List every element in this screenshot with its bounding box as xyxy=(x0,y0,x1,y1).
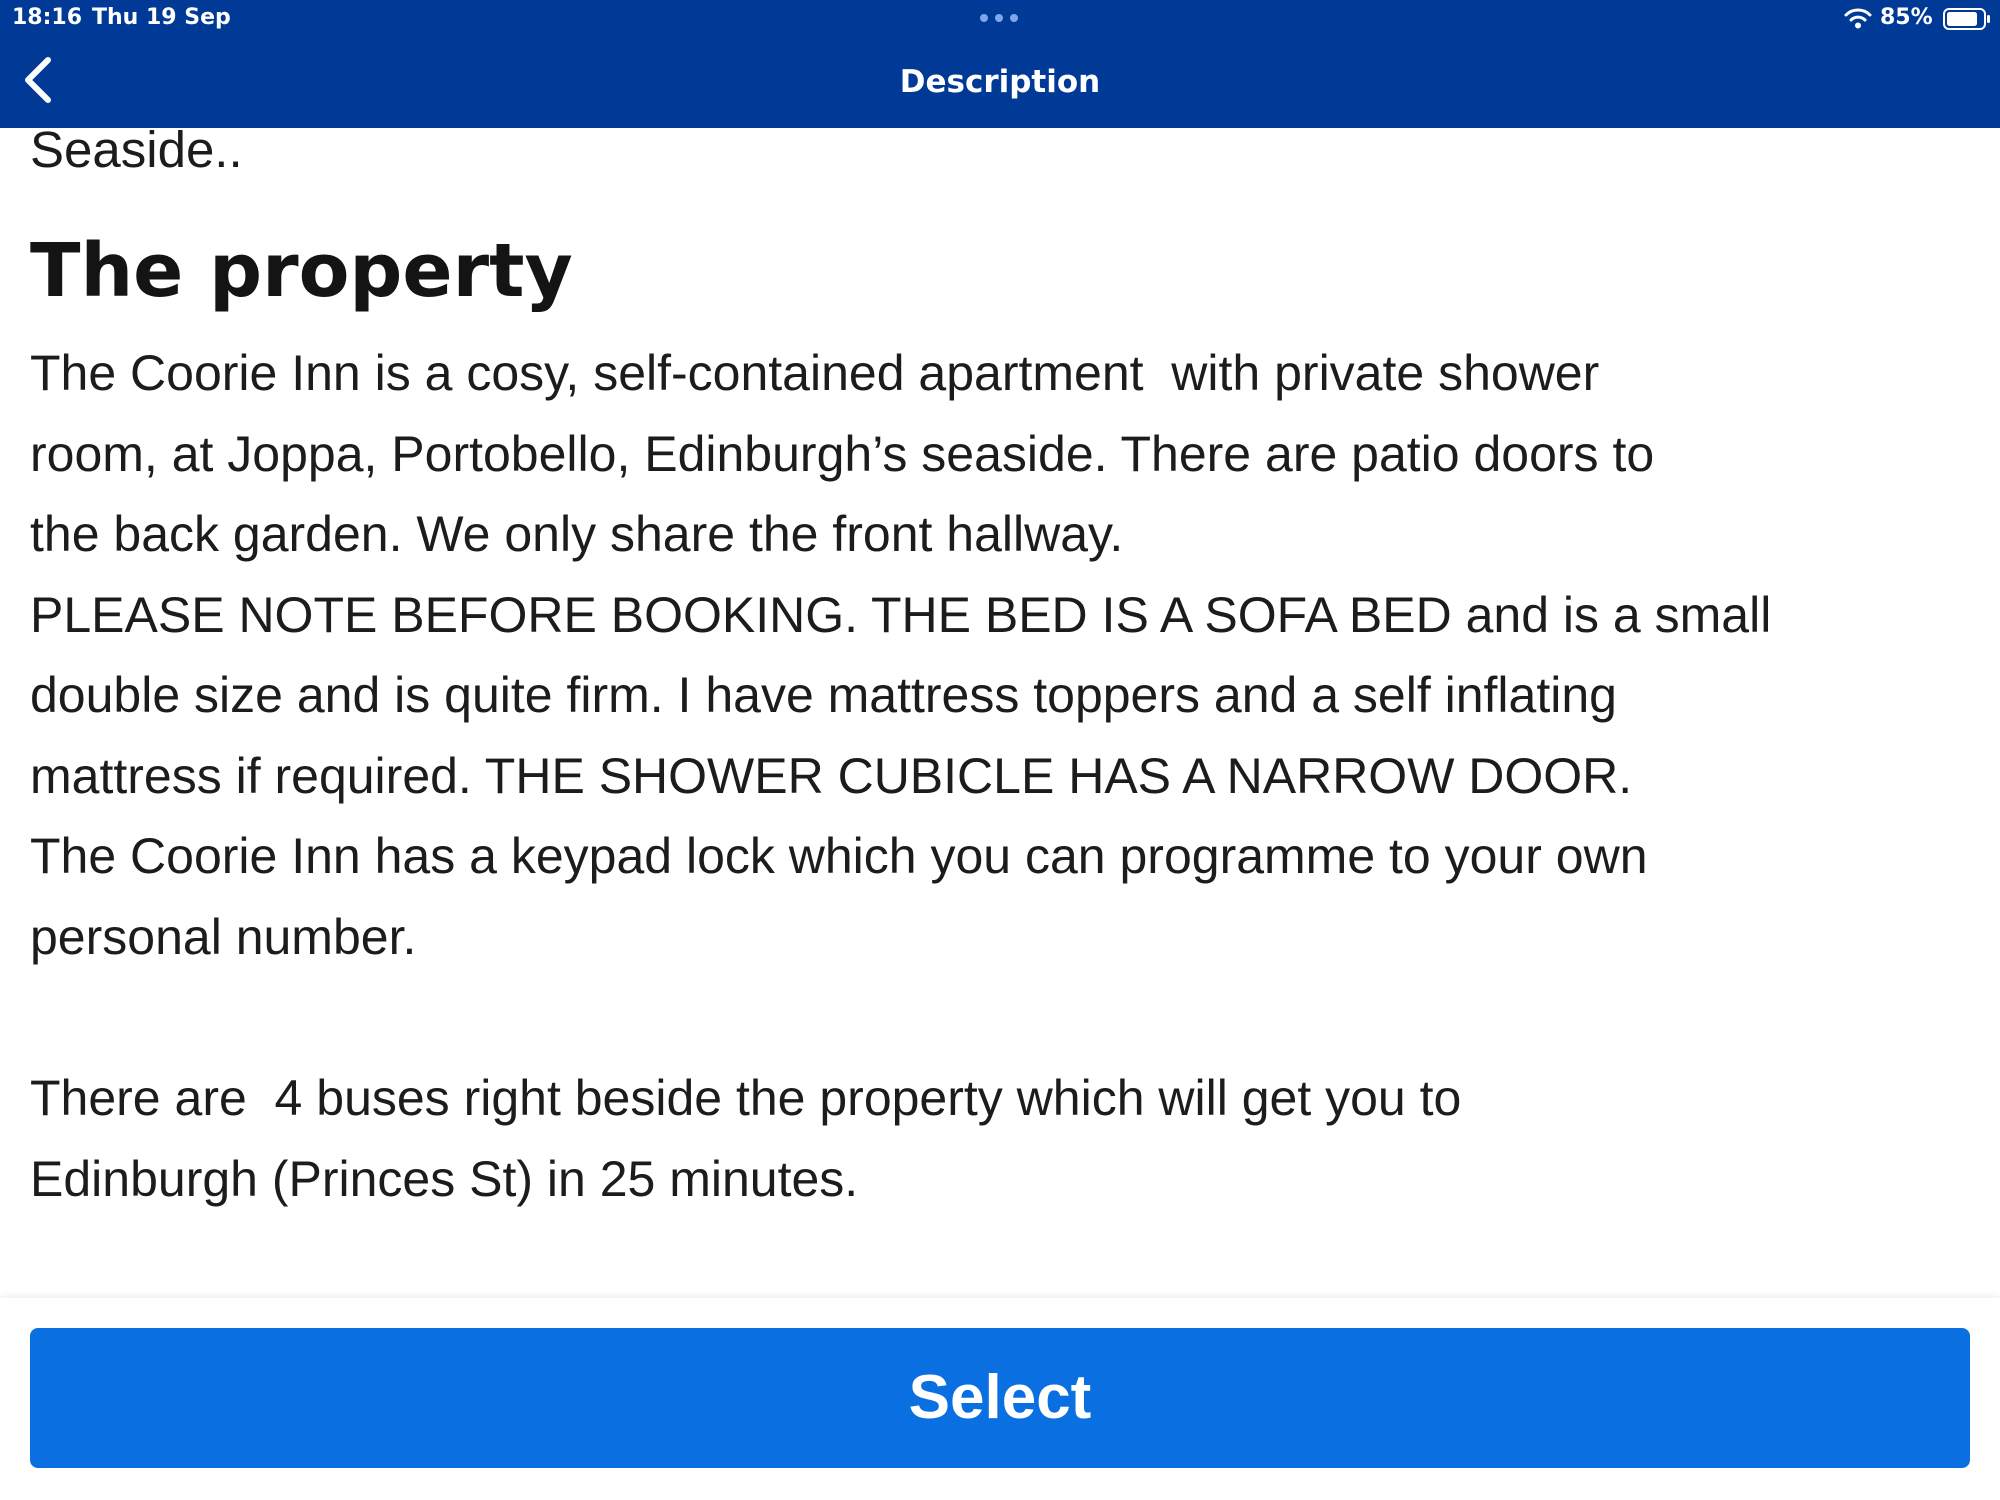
bottom-action-bar: Select xyxy=(0,1298,2000,1500)
section-heading: The property xyxy=(30,228,573,314)
status-date: Thu 19 Sep xyxy=(92,5,231,30)
battery-percentage: 85% xyxy=(1880,5,1933,30)
transport-info: There are 4 buses right beside the prope… xyxy=(30,1070,1462,1207)
status-bar: 18:16 Thu 19 Sep 85% xyxy=(0,0,2000,40)
more-dots-icon[interactable] xyxy=(978,14,1022,24)
page-title: Description xyxy=(899,64,1101,100)
status-time: 18:16 xyxy=(12,5,83,30)
battery-icon xyxy=(1943,8,1990,30)
description-content[interactable]: Seaside.. The property The Coorie Inn is… xyxy=(0,128,2000,1298)
wifi-icon xyxy=(1844,8,1872,29)
property-description: The Coorie Inn is a cosy, self-contained… xyxy=(30,345,1772,965)
partial-text-line: Seaside.. xyxy=(30,128,243,178)
select-button[interactable]: Select xyxy=(30,1328,1970,1468)
top-bar: 18:16 Thu 19 Sep 85% Description xyxy=(0,0,2000,128)
